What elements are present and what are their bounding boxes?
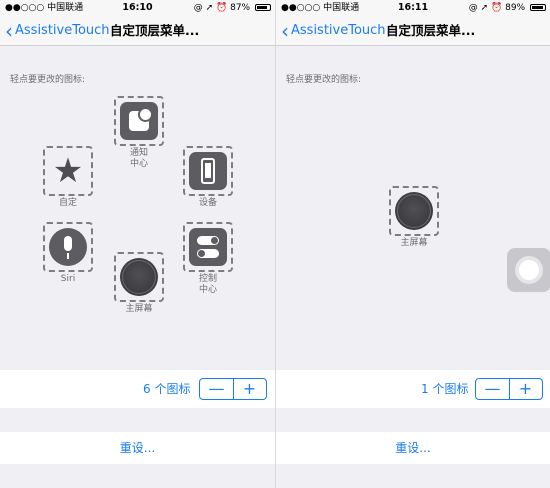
- decrement-button[interactable]: —: [476, 379, 510, 399]
- nav-bar: ‹ AssistiveTouch 自定顶层菜单...: [276, 16, 550, 46]
- reset-row: 重设...: [276, 432, 550, 464]
- back-button[interactable]: ‹ AssistiveTouch: [5, 16, 110, 46]
- icon-label-custom: 自定: [58, 198, 77, 208]
- notification-center-icon: [120, 102, 158, 140]
- reset-button[interactable]: 重设...: [276, 432, 550, 464]
- siri-mic-icon: [49, 228, 87, 266]
- page-title: 自定顶层菜单...: [386, 23, 476, 38]
- home-button-icon: [395, 192, 433, 230]
- icon-count-stepper: — +: [475, 378, 543, 400]
- back-label: AssistiveTouch: [291, 23, 386, 38]
- reset-row: 重设...: [0, 432, 275, 464]
- status-bar: ●●○○○ 中国联通 16:10 @ ➚ ⏰ 87%: [0, 0, 275, 16]
- icon-label-device: 设备: [198, 198, 217, 208]
- icon-slot-control-center[interactable]: [183, 222, 233, 272]
- increment-button[interactable]: +: [509, 379, 542, 399]
- control-center-icon: [189, 228, 227, 266]
- status-bar: ●●○○○ 中国联通 16:11 @ ➚ ⏰ 89%: [276, 0, 550, 16]
- hint-text: 轻点要更改的图标:: [10, 75, 86, 85]
- decrement-button[interactable]: —: [200, 379, 234, 399]
- chevron-left-icon: ‹: [5, 19, 13, 43]
- left-screen: ●●○○○ 中国联通 16:10 @ ➚ ⏰ 87% ‹ AssistiveTou…: [0, 0, 275, 488]
- icon-count-row: 1 个图标 — +: [276, 370, 550, 408]
- icon-count-label: 1 个图标: [421, 382, 469, 396]
- icon-label-home: 主屏幕: [125, 304, 153, 314]
- icon-slot-home[interactable]: [389, 186, 439, 236]
- battery-percent: 87%: [230, 3, 251, 13]
- icon-slot-custom[interactable]: ★: [43, 146, 93, 196]
- chevron-left-icon: ‹: [281, 19, 289, 43]
- icon-count-label: 6 个图标: [143, 382, 191, 396]
- battery-icon: [530, 4, 546, 11]
- icon-slot-device[interactable]: [183, 146, 233, 196]
- status-right: @ ➚ ⏰ 89%: [469, 0, 546, 16]
- icon-count-row: 6 个图标 — +: [0, 370, 275, 408]
- assistive-touch-button[interactable]: [507, 248, 550, 292]
- back-label: AssistiveTouch: [15, 23, 110, 38]
- home-button-icon: [120, 258, 158, 296]
- device-icon: [189, 152, 227, 190]
- icon-label-siri: Siri: [60, 274, 76, 284]
- status-icons: @ ➚ ⏰: [468, 3, 503, 13]
- status-right: @ ➚ ⏰ 87%: [194, 0, 271, 16]
- icon-label-home: 主屏幕: [400, 238, 428, 248]
- icon-slot-siri[interactable]: [43, 222, 93, 272]
- nav-bar: ‹ AssistiveTouch 自定顶层菜单...: [0, 16, 275, 46]
- icon-slot-home[interactable]: [114, 252, 164, 302]
- battery-percent: 89%: [505, 3, 526, 13]
- icon-count-stepper: — +: [199, 378, 267, 400]
- increment-button[interactable]: +: [233, 379, 266, 399]
- right-screen: ●●○○○ 中国联通 16:11 @ ➚ ⏰ 89% ‹ AssistiveTou…: [275, 0, 550, 488]
- status-icons: @ ➚ ⏰: [193, 3, 228, 13]
- page-title: 自定顶层菜单...: [110, 23, 200, 38]
- battery-icon: [255, 4, 271, 11]
- reset-button[interactable]: 重设...: [0, 432, 275, 464]
- hint-text: 轻点要更改的图标:: [286, 75, 362, 85]
- icon-slot-notifications[interactable]: [114, 96, 164, 146]
- back-button[interactable]: ‹ AssistiveTouch: [281, 16, 386, 46]
- star-icon: ★: [52, 151, 84, 191]
- icon-label-notifications: 通知 中心: [129, 148, 148, 169]
- icon-label-control-center: 控制 中心: [198, 274, 217, 295]
